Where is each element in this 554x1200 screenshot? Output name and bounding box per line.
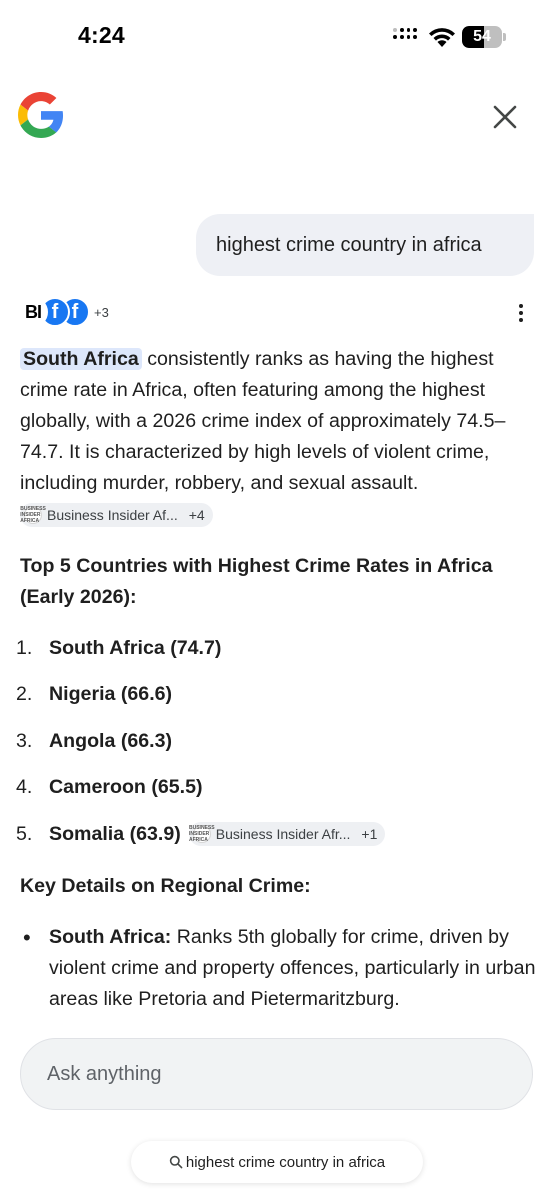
business-insider-favicon-icon: BUSINESS INSIDER AFRICA bbox=[189, 824, 215, 843]
list-item-text: Somalia (63.9) bbox=[49, 822, 181, 845]
close-button[interactable] bbox=[486, 98, 524, 136]
battery-icon: 54 bbox=[462, 26, 506, 48]
list-item: 2. Nigeria (66.6) bbox=[16, 678, 536, 724]
more-options-button[interactable] bbox=[510, 300, 532, 326]
citation-chip[interactable]: BUSINESS INSIDER AFRICA Business Insider… bbox=[20, 502, 213, 527]
list-item-text: South Africa (74.7) bbox=[49, 637, 222, 659]
list-item: 4. Cameroon (65.5) bbox=[16, 771, 536, 817]
source-avatars[interactable]: BI f f +3 bbox=[18, 296, 109, 328]
highlighted-entity[interactable]: South Africa bbox=[20, 348, 142, 370]
list-number: 4. bbox=[16, 776, 33, 799]
search-query-chip[interactable]: highest crime country in africa bbox=[131, 1141, 423, 1183]
bullet-item: • South Africa: Ranks 5th globally for c… bbox=[20, 922, 536, 1015]
business-insider-favicon-icon: BUSINESS INSIDER AFRICA bbox=[20, 505, 46, 524]
close-icon bbox=[493, 105, 517, 129]
ai-answer-paragraph: South Africa consistently ranks as havin… bbox=[20, 344, 536, 530]
list-item: 1. South Africa (74.7) bbox=[16, 632, 536, 678]
search-chip-label: highest crime country in africa bbox=[185, 1153, 386, 1171]
list-number: 3. bbox=[16, 729, 33, 752]
list-item: 5. Somalia (63.9) BUSINESS INSIDER AFRIC… bbox=[16, 818, 536, 864]
top5-heading: Top 5 Countries with Highest Crime Rates… bbox=[20, 555, 493, 608]
list-number: 1. bbox=[16, 637, 33, 659]
list-number: 2. bbox=[16, 683, 33, 706]
wifi-icon bbox=[428, 26, 456, 53]
business-insider-avatar: BI bbox=[18, 297, 48, 327]
citation-label: Business Insider Af... bbox=[47, 506, 178, 523]
search-icon bbox=[169, 1155, 183, 1169]
more-sources-count: +3 bbox=[94, 304, 109, 320]
list-item-text: Angola (66.3) bbox=[49, 729, 173, 752]
list-item-text: Nigeria (66.6) bbox=[49, 683, 173, 706]
top5-list: 1. South Africa (74.7) 2. Nigeria (66.6)… bbox=[16, 632, 536, 864]
citation-chip[interactable]: BUSINESS INSIDER AFRICA Business Insider… bbox=[188, 821, 386, 846]
key-details-heading: Key Details on Regional Crime: bbox=[20, 875, 311, 897]
list-number: 5. bbox=[16, 822, 33, 845]
cellular-signal-icon bbox=[393, 28, 417, 46]
ask-anything-input[interactable]: Ask anything bbox=[20, 1038, 533, 1110]
bullet-bold-text: South Africa: bbox=[49, 926, 172, 948]
more-vert-icon bbox=[519, 304, 523, 308]
list-item-text: Cameroon (65.5) bbox=[49, 776, 203, 799]
citation-label: Business Insider Afr... bbox=[215, 825, 351, 842]
bullet-dot-icon: • bbox=[23, 925, 31, 950]
user-query-bubble: highest crime country in africa bbox=[196, 214, 534, 276]
citation-count: +1 bbox=[361, 825, 378, 842]
battery-percentage: 54 bbox=[473, 28, 491, 45]
status-bar: 4:24 54 bbox=[0, 0, 554, 74]
citation-count: +4 bbox=[188, 506, 205, 523]
list-item: 3. Angola (66.3) bbox=[16, 725, 536, 771]
google-g-icon bbox=[18, 92, 64, 138]
status-time: 4:24 bbox=[78, 22, 125, 48]
